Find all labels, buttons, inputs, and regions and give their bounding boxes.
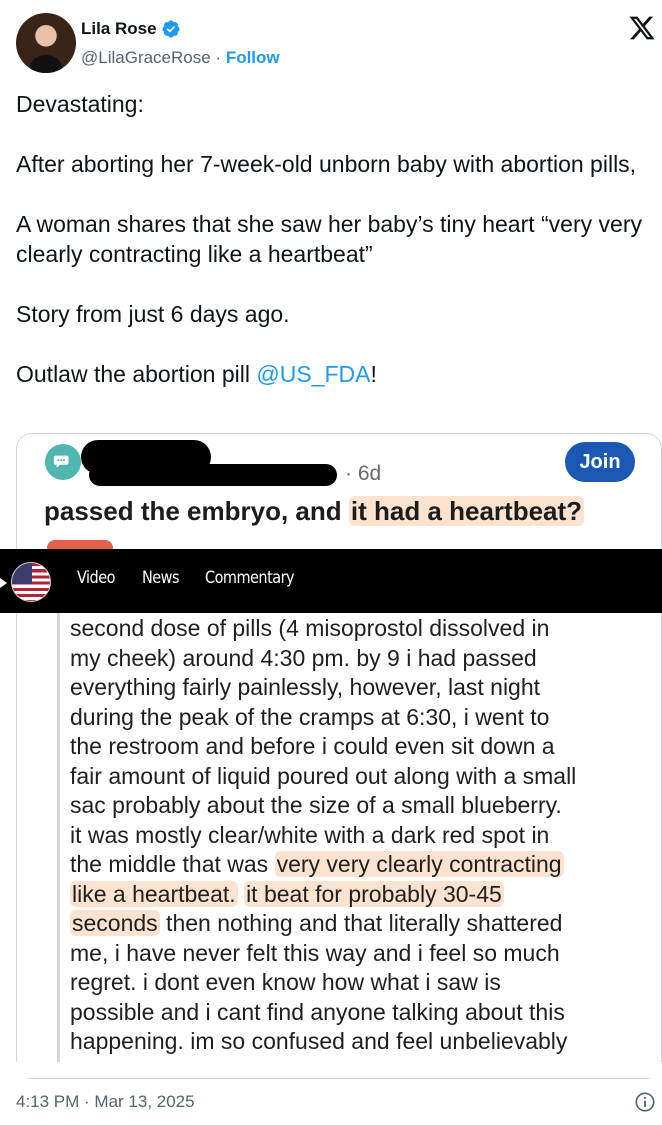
media-bottom-mask — [16, 1062, 662, 1078]
post-body-highlight: seconds — [70, 910, 160, 936]
caret-right-icon[interactable] — [0, 578, 7, 588]
tweet-text-fragment: ! — [370, 361, 377, 387]
commentary-link[interactable]: Commentary — [205, 568, 295, 588]
post-body-line: the restroom and before i could even sit… — [70, 733, 555, 759]
verified-badge-icon — [162, 20, 180, 38]
post-body-text: then nothing and that literally shattere… — [159, 910, 563, 936]
post-title-highlight: it had a heartbeat? — [348, 496, 585, 526]
post-body-line: second dose of pills (4 misoprostol diss… — [70, 615, 550, 641]
info-icon[interactable] — [634, 1091, 656, 1113]
tweet-text: Devastating: After aborting her 7-week-o… — [16, 89, 656, 389]
post-body: second dose of pills (4 misoprostol diss… — [57, 614, 657, 1078]
embedded-post-header: · 6d Join passed the embryo, and it had … — [17, 434, 661, 554]
post-body-line: sac probably about the size of a small b… — [70, 792, 562, 818]
join-button[interactable]: Join — [565, 442, 635, 482]
avatar[interactable] — [16, 13, 76, 73]
x-logo-icon[interactable] — [628, 14, 656, 42]
post-body-line: it was mostly clear/white with a dark re… — [70, 821, 550, 848]
tweet-paragraph: Devastating: — [16, 91, 144, 117]
author-handle-row: @LilaGraceRose · Follow — [81, 48, 280, 68]
post-body-line: the middle that was very very clearly co… — [57, 850, 657, 880]
media-image[interactable]: · 6d Join passed the embryo, and it had … — [16, 433, 662, 1079]
tweet-text-fragment: Outlaw the abortion pill — [16, 361, 257, 387]
author-handle[interactable]: @LilaGraceRose — [81, 48, 211, 67]
post-body-line: possible and i cant find anyone talking … — [70, 998, 565, 1025]
author-name[interactable]: Lila Rose — [81, 19, 157, 39]
post-body-highlight: like a heartbeat. — [70, 880, 238, 907]
follow-button[interactable]: Follow — [226, 48, 280, 67]
handle-separator: · — [210, 48, 226, 67]
post-body-line: me, i have never felt this way and i fee… — [70, 939, 560, 966]
post-body-line: my cheek) around 4:30 pm. by 9 i had pas… — [70, 644, 537, 671]
post-body-text: the middle that was — [70, 851, 275, 877]
tweet-paragraph: A woman shares that she saw her baby’s t… — [16, 211, 642, 267]
mention-link[interactable]: @US_FDA — [256, 361, 370, 387]
post-body-line: seconds then nothing and that literally … — [57, 909, 657, 939]
us-flag-icon[interactable] — [11, 562, 51, 602]
post-title: passed the embryo, and it had a heartbea… — [44, 496, 585, 527]
post-body-line: happening. im so confused and feel unbel… — [70, 1028, 568, 1054]
news-link[interactable]: News — [142, 568, 180, 588]
post-body-highlight: very very clearly contracting — [274, 851, 564, 877]
author-name-row: Lila Rose — [81, 19, 181, 39]
tweet-paragraph: Story from just 6 days ago. — [16, 301, 290, 327]
post-time: · 6d — [345, 462, 382, 485]
tweet-timestamp[interactable]: 4:13 PM · Mar 13, 2025 — [16, 1092, 195, 1112]
post-body-line: regret. i dont even know how what i saw … — [70, 969, 501, 995]
redacted-username — [89, 464, 337, 486]
post-body-line: like a heartbeat. it beat for probably 3… — [57, 880, 657, 910]
post-body-line: fair amount of liquid poured out along w… — [70, 762, 577, 789]
community-icon — [45, 444, 81, 480]
post-body-highlight: it beat for probably 30-45 — [244, 880, 504, 907]
video-bar-links: Video News Commentary — [77, 568, 310, 588]
post-title-text: passed the embryo, and — [44, 496, 349, 526]
video-link[interactable]: Video — [77, 568, 115, 588]
post-body-line: during the peak of the cramps at 6:30, i… — [70, 703, 550, 730]
tweet-paragraph: Outlaw the abortion pill @US_FDA! — [16, 359, 656, 389]
post-body-line: everything fairly painlessly, however, l… — [70, 674, 541, 700]
tweet-paragraph: After aborting her 7-week-old unborn bab… — [16, 151, 637, 177]
